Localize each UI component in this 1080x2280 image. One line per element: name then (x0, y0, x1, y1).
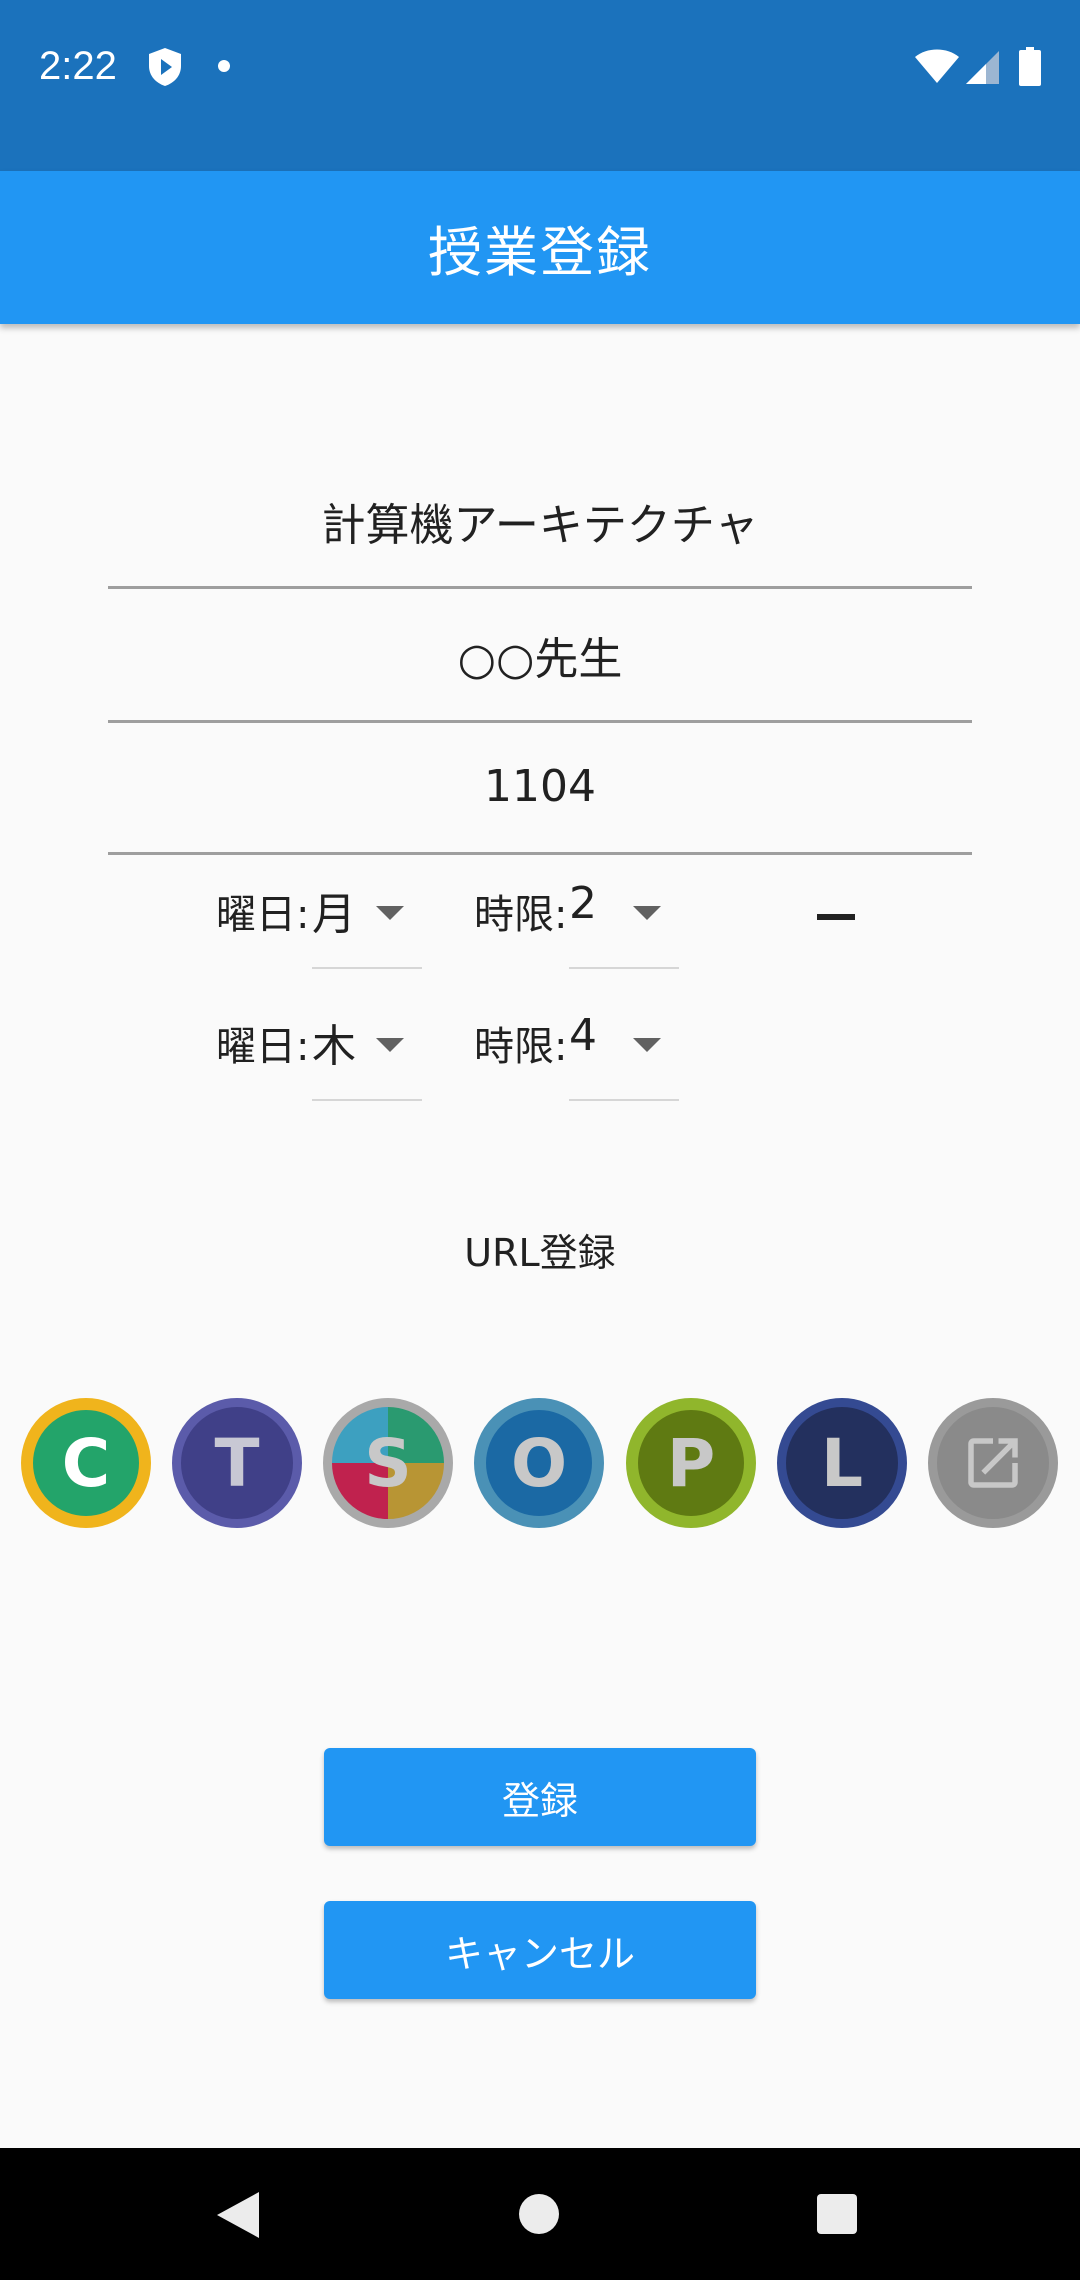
day-label: 曜日: (216, 1024, 310, 1070)
day-dropdown[interactable]: 木 (312, 1004, 422, 1101)
s-service-icon[interactable]: S (323, 1398, 453, 1528)
course-name-field[interactable]: 計算機アーキテクチャ (108, 455, 972, 589)
caret-down-icon (376, 1038, 404, 1052)
t-service-letter: T (214, 1424, 260, 1502)
app-bar: 授業登録 (0, 171, 1080, 324)
c-service-letter: C (61, 1424, 111, 1502)
external-link-icon[interactable] (928, 1398, 1058, 1528)
day-value: 木 (312, 1021, 356, 1072)
navigation-bar (0, 2148, 1080, 2280)
day-dropdown[interactable]: 月 (312, 872, 422, 969)
c-service-icon[interactable]: C (21, 1398, 151, 1528)
cancel-button-label: キャンセル (444, 1931, 635, 1976)
day-value: 月 (312, 889, 356, 940)
remove-schedule-button[interactable] (798, 876, 878, 956)
o-service-icon[interactable]: O (474, 1398, 604, 1528)
status-bar: 2:22 (0, 0, 1080, 171)
room-value: 1104 (484, 761, 596, 812)
page-title: 授業登録 (428, 221, 652, 284)
open-in-new-icon (968, 1438, 1018, 1488)
shield-play-icon (149, 48, 181, 86)
minus-icon (817, 914, 855, 920)
p-service-letter: P (666, 1424, 716, 1502)
period-value: 4 (569, 1010, 597, 1061)
o-service-letter: O (510, 1424, 568, 1502)
battery-icon (1019, 47, 1041, 86)
period-label: 時限: (474, 892, 568, 938)
back-icon[interactable] (215, 2190, 261, 2240)
period-dropdown[interactable]: 2 (569, 872, 679, 969)
period-value: 2 (569, 878, 597, 929)
course-name-value: 計算機アーキテクチャ (321, 499, 759, 551)
wifi-icon (915, 49, 959, 83)
notification-dot-icon (218, 60, 230, 72)
s-service-letter: S (364, 1424, 412, 1502)
register-button[interactable]: 登録 (324, 1748, 756, 1846)
schedule-row: 曜日: 月 時限: 2 (0, 862, 1080, 972)
t-service-icon[interactable]: T (172, 1398, 302, 1528)
caret-down-icon (376, 906, 404, 920)
l-service-letter: L (820, 1424, 864, 1502)
status-time: 2:22 (39, 44, 117, 88)
cell-signal-icon (966, 51, 999, 84)
day-label: 曜日: (216, 892, 310, 938)
period-label: 時限: (474, 1024, 568, 1070)
teacher-value: ○○先生 (457, 633, 623, 685)
teacher-field[interactable]: ○○先生 (108, 589, 972, 723)
caret-down-icon (633, 906, 661, 920)
l-service-icon[interactable]: L (777, 1398, 907, 1528)
cancel-button[interactable]: キャンセル (324, 1901, 756, 1999)
room-field[interactable]: 1104 (108, 721, 972, 855)
p-service-icon[interactable]: P (626, 1398, 756, 1528)
register-button-label: 登録 (501, 1778, 578, 1823)
schedule-row: 曜日: 木 時限: 4 (0, 994, 1080, 1104)
caret-down-icon (633, 1038, 661, 1052)
recent-apps-icon[interactable] (817, 2194, 857, 2234)
url-register-label: URL登録 (464, 1231, 616, 1275)
period-dropdown[interactable]: 4 (569, 1004, 679, 1101)
home-icon[interactable] (519, 2194, 559, 2234)
